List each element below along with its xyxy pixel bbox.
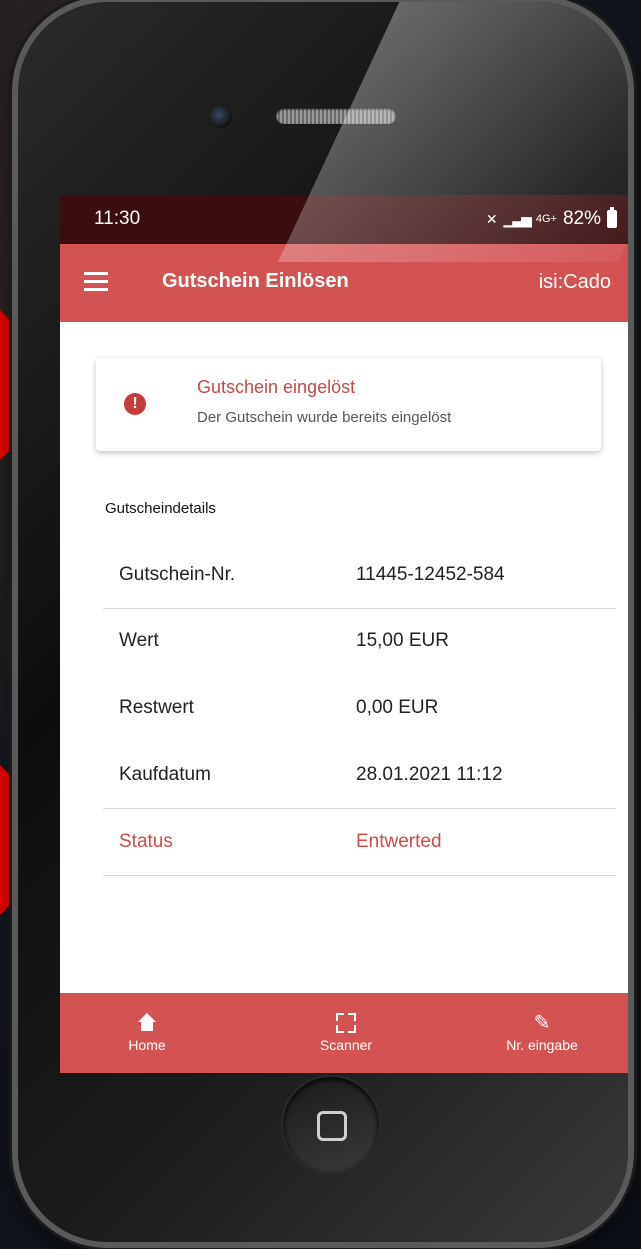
detail-value: 28.01.2021 11:12 — [356, 764, 503, 785]
battery-percent: 82% — [562, 208, 601, 229]
status-bar: 11:30 ✕ ▁▃▅ 4G+ 82% — [60, 195, 628, 244]
section-title: Gutscheindetails — [105, 500, 216, 517]
nav-label: Nr. eingabe — [506, 1037, 578, 1053]
status-time: 11:30 — [94, 208, 141, 229]
earpiece-speaker — [276, 108, 396, 124]
detail-label: Wert — [119, 630, 159, 651]
nav-label: Home — [128, 1037, 166, 1053]
battery-icon — [607, 207, 617, 228]
page-title: Gutschein Einlösen — [162, 270, 349, 292]
app-bar: Gutschein Einlösen isi:Cado — [60, 244, 628, 322]
error-icon: ! — [124, 393, 146, 415]
detail-row-status: Status Entwerted — [103, 809, 616, 876]
alert-message: Der Gutschein wurde bereits eingelöst — [197, 409, 452, 426]
bottom-nav: Home Scanner ✎ Nr. eingabe — [60, 993, 628, 1073]
mute-icon: ✕ — [485, 210, 498, 227]
detail-row-value: Wert 15,00 EUR — [103, 608, 616, 674]
detail-row-voucher-number: Gutschein-Nr. 11445-12452-584 — [103, 542, 616, 609]
nav-home[interactable]: Home — [60, 993, 242, 1073]
detail-row-purchase-date: Kaufdatum 28.01.2021 11:12 — [103, 742, 616, 809]
detail-value: 0,00 EUR — [356, 697, 439, 718]
detail-label: Restwert — [119, 697, 194, 718]
detail-label: Kaufdatum — [119, 764, 211, 785]
brand-label: isi:Cado — [538, 271, 611, 293]
pencil-icon: ✎ — [533, 1012, 551, 1034]
alert-title: Gutschein eingelöst — [197, 377, 356, 397]
detail-row-remaining-value: Restwert 0,00 EUR — [103, 675, 616, 741]
menu-icon[interactable] — [84, 272, 108, 292]
nav-label: Scanner — [319, 1037, 373, 1053]
nav-number-entry[interactable]: ✎ Nr. eingabe — [447, 993, 628, 1073]
redeemed-alert: ! Gutschein eingelöst Der Gutschein wurd… — [96, 358, 601, 451]
detail-value: 11445-12452-584 — [356, 564, 505, 585]
app-screen: 11:30 ✕ ▁▃▅ 4G+ 82% Gutschein Einlösen i… — [60, 195, 628, 1073]
detail-value: 15,00 EUR — [356, 630, 449, 651]
phone-frame: 11:30 ✕ ▁▃▅ 4G+ 82% Gutschein Einlösen i… — [18, 2, 628, 1242]
front-camera — [210, 106, 232, 128]
signal-icon: ▁▃▅ — [503, 210, 532, 227]
nav-scanner[interactable]: Scanner — [251, 993, 441, 1073]
status-indicators: ✕ ▁▃▅ 4G+ 82% — [485, 207, 617, 230]
phone-home-button[interactable] — [283, 1077, 379, 1173]
home-icon — [60, 1013, 242, 1033]
status-value: Entwerted — [356, 831, 442, 852]
detail-label: Gutschein-Nr. — [119, 564, 236, 585]
network-type: 4G+ — [535, 213, 557, 225]
detail-label: Status — [119, 831, 173, 852]
scan-icon — [251, 1013, 441, 1033]
